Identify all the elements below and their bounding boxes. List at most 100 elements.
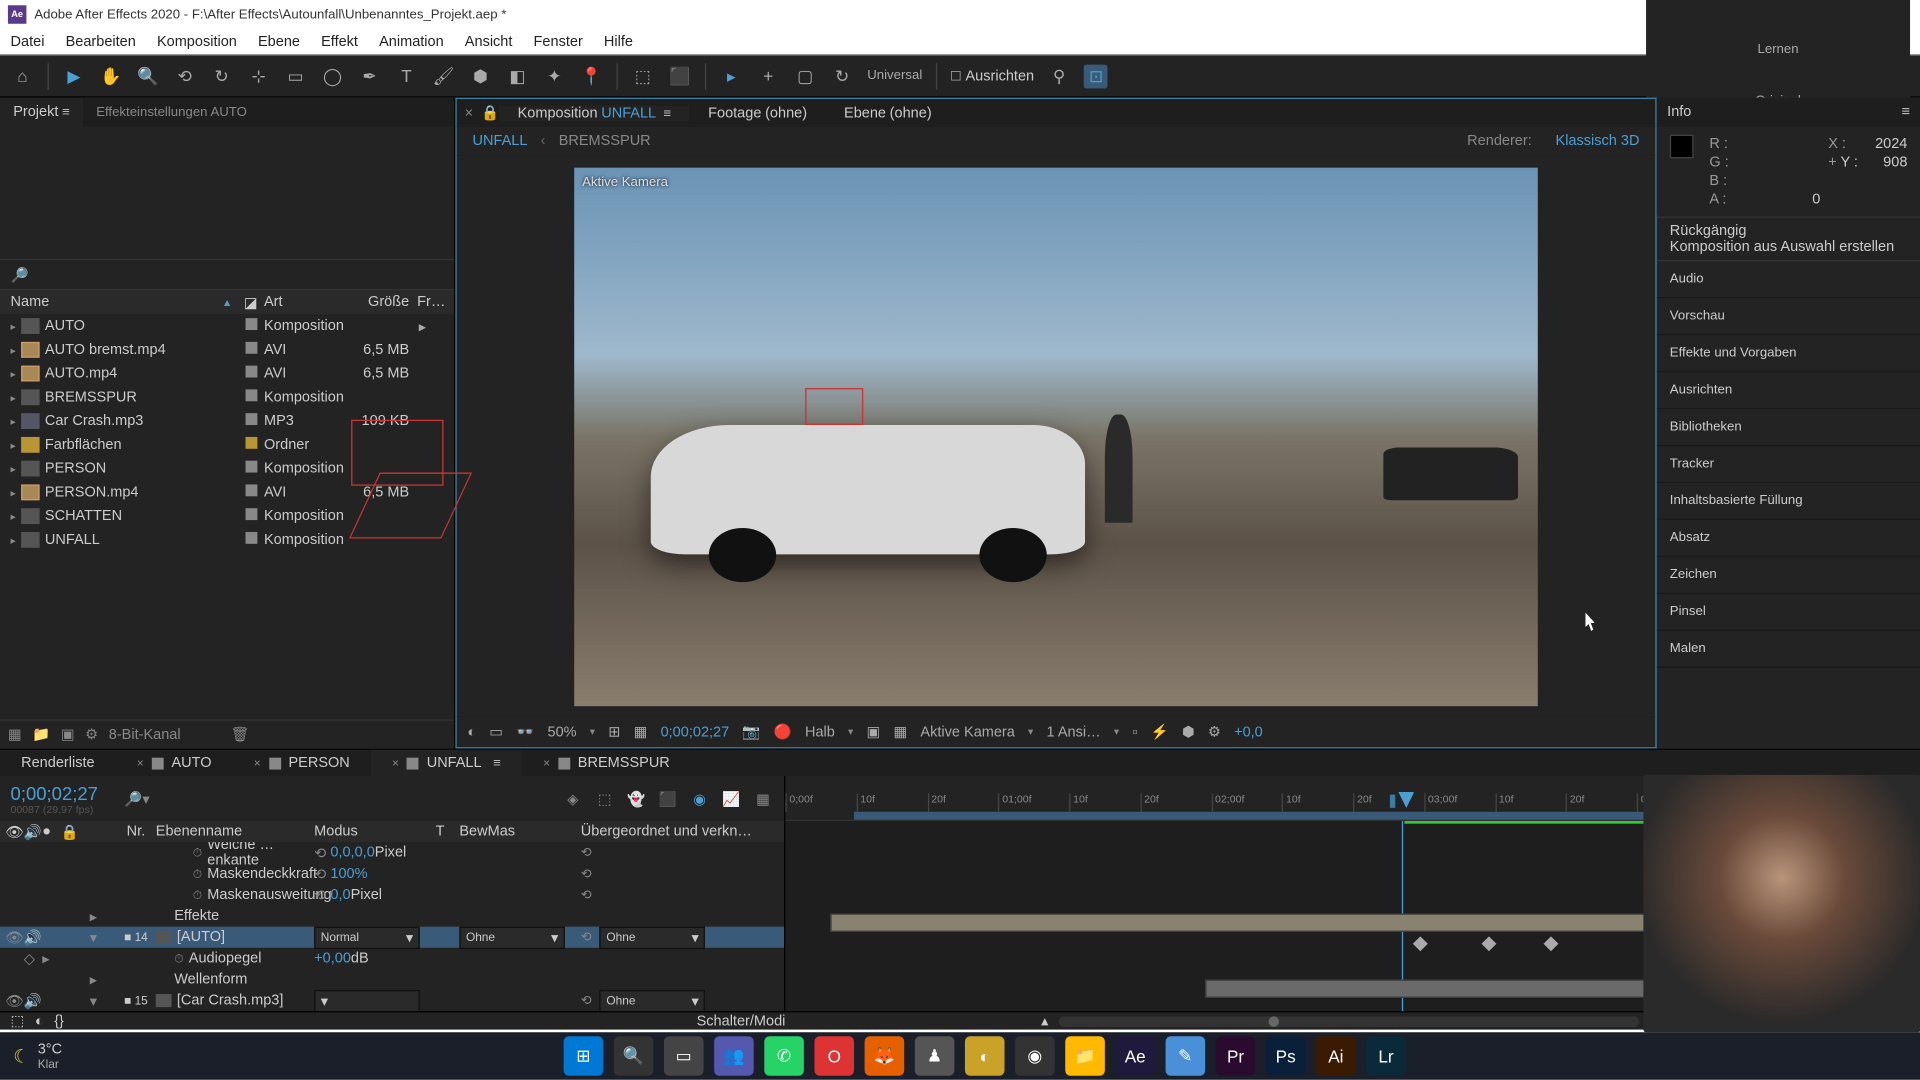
taskbar-taskview[interactable]: ▭ (664, 1036, 704, 1076)
brush-tool[interactable]: 🖌 (432, 64, 456, 88)
taskbar-ps[interactable]: Ps (1266, 1036, 1306, 1076)
ellipse-tool[interactable]: ◯ (321, 64, 345, 88)
graph-icon[interactable]: 📈 (721, 788, 742, 809)
switches-icon[interactable]: ▦ (752, 788, 773, 809)
timeline-tab-renderliste[interactable]: Renderliste (0, 750, 116, 776)
text-tool[interactable]: T (395, 64, 419, 88)
panel-pinsel[interactable]: Pinsel (1657, 594, 1920, 631)
tab-project[interactable]: Projekt ≡ (0, 98, 83, 127)
panel-zeichen[interactable]: Zeichen (1657, 557, 1920, 594)
settings-icon[interactable]: ⚙ (85, 726, 98, 743)
selection-tool[interactable]: ▶ (62, 64, 86, 88)
taskbar-start[interactable]: ⊞ (564, 1036, 604, 1076)
keyframe[interactable] (1544, 936, 1559, 951)
taskbar-opera[interactable]: O (814, 1036, 854, 1076)
comp-mini-icon[interactable]: ◈ (562, 788, 583, 809)
alpha-icon[interactable]: ◐ (467, 724, 476, 740)
snap-add-icon[interactable]: + (756, 64, 780, 88)
menu-edit[interactable]: Bearbeiten (66, 34, 136, 50)
lock-icon[interactable]: 🔒 (481, 104, 499, 121)
channels-icon[interactable]: 🔴 (774, 723, 792, 740)
axis-world-icon[interactable]: ⬛ (668, 64, 692, 88)
close-tab-icon[interactable]: × (457, 105, 481, 121)
resolution-select[interactable]: Halb (805, 724, 835, 740)
panel-inhaltsbasierte-füllung[interactable]: Inhaltsbasierte Füllung (1657, 483, 1920, 520)
snap-icon[interactable]: ⚲ (1047, 64, 1071, 88)
hand-tool[interactable]: ✋ (99, 64, 123, 88)
exposure-value[interactable]: +0,0 (1234, 724, 1263, 740)
panel-vorschau[interactable]: Vorschau (1657, 298, 1920, 335)
align-toggle[interactable]: ☐ Ausrichten (950, 68, 1034, 84)
timeline-tab-auto[interactable]: ×AUTO (116, 750, 233, 776)
snapshot-icon[interactable]: 📷 (742, 723, 760, 740)
new-folder-icon[interactable]: 📁 (32, 726, 50, 743)
tab-composition[interactable]: Komposition UNFALL ≡ (499, 105, 689, 121)
zoom-value[interactable]: 50% (547, 724, 576, 740)
tab-footage[interactable]: Footage (ohne) (690, 105, 826, 121)
menu-view[interactable]: Ansicht (465, 34, 513, 50)
timeline-tab-bremsspur[interactable]: ×BREMSSPUR (522, 750, 691, 776)
timeline-row[interactable]: ▸Wellenform (0, 969, 784, 990)
taskbar-ai[interactable]: Ai (1316, 1036, 1356, 1076)
zoom-tool[interactable]: 🔍 (136, 64, 160, 88)
taskbar-obs[interactable]: ◉ (1015, 1036, 1055, 1076)
timecode-display[interactable]: 0;00;02;27 (661, 724, 730, 740)
menu-layer[interactable]: Ebene (258, 34, 300, 50)
trash-icon[interactable]: 🗑 (231, 726, 249, 743)
timeline-row[interactable]: ▸Effekte (0, 906, 784, 927)
pen-tool[interactable]: ✒ (358, 64, 382, 88)
menu-composition[interactable]: Komposition (157, 34, 237, 50)
breadcrumb-unfall[interactable]: UNFALL (473, 133, 528, 149)
pin-tool[interactable]: 📍 (579, 64, 603, 88)
panel-menu-icon[interactable]: ≡ (1902, 104, 1910, 120)
panel-effekte-und-vorgaben[interactable]: Effekte und Vorgaben (1657, 335, 1920, 372)
frameblend-icon[interactable]: ⬛ (657, 788, 678, 809)
rect-tool[interactable]: ▭ (284, 64, 308, 88)
timeline-row[interactable]: ◇▸⏱Audiopegel+0,00 dB (0, 948, 784, 969)
renderer-value[interactable]: Klassisch 3D (1556, 133, 1640, 149)
toggle-switches-icon[interactable]: ⬚ (11, 1012, 25, 1029)
taskbar-app1[interactable]: ♟ (915, 1036, 955, 1076)
col-size[interactable]: Größe (343, 294, 409, 310)
menu-animation[interactable]: Animation (379, 34, 444, 50)
switch-modes-button[interactable]: Schalter/Modi (697, 1013, 786, 1029)
panel-audio[interactable]: Audio (1657, 261, 1920, 298)
mask-icon[interactable]: ▭ (489, 723, 503, 740)
col-fps[interactable]: Fr… (409, 294, 449, 310)
panel-malen[interactable]: Malen (1657, 631, 1920, 668)
taskbar-teams[interactable]: 👥 (714, 1036, 754, 1076)
col-name[interactable]: Name▲ (0, 294, 238, 310)
fast-icon[interactable]: ⚡ (1151, 723, 1169, 740)
pixel-icon[interactable]: ▫ (1132, 724, 1137, 740)
axis-local-icon[interactable]: ⬚ (631, 64, 655, 88)
taskbar-ae[interactable]: Ae (1115, 1036, 1155, 1076)
views-select[interactable]: 1 Ansi… (1047, 724, 1101, 740)
panel-bibliotheken[interactable]: Bibliotheken (1657, 409, 1920, 446)
keyframe[interactable] (1413, 936, 1428, 951)
zoom-out-icon[interactable]: ▴ (1041, 1012, 1048, 1029)
draft3d-icon[interactable]: ⬚ (594, 788, 615, 809)
glasses-icon[interactable]: 👓 (516, 723, 534, 740)
taskbar-search[interactable]: 🔍 (614, 1036, 654, 1076)
orbit-tool[interactable]: ⟲ (173, 64, 197, 88)
eye-col-icon[interactable]: 👁 (5, 823, 18, 840)
eraser-tool[interactable]: ◧ (506, 64, 530, 88)
render-icon[interactable]: ⚙ (1208, 723, 1221, 740)
timeline-row[interactable]: ⏱Weiche …enkante⟲ 0,0,0,0 Pixel⟲ (0, 842, 784, 863)
transparency-icon[interactable]: ▦ (893, 723, 907, 740)
taskbar-whatsapp[interactable]: ✆ (764, 1036, 804, 1076)
timeline-row[interactable]: 👁🔊▾■ 14[AUTO]Normal▾Ohne▾⟲Ohne▾ (0, 927, 784, 948)
menu-help[interactable]: Hilfe (604, 34, 633, 50)
interpret-icon[interactable]: ▦ (8, 726, 22, 743)
taskbar-explorer[interactable]: 📁 (1065, 1036, 1105, 1076)
home-tool[interactable]: ⌂ (11, 64, 35, 88)
snap-vertex-icon[interactable]: ▸ (719, 64, 743, 88)
timeline-tab-unfall[interactable]: ×UNFALL ≡ (371, 750, 522, 776)
anchor-tool[interactable]: ⊹ (247, 64, 271, 88)
timeline-tab-person[interactable]: ×PERSON (233, 750, 371, 776)
taskbar-firefox[interactable]: 🦊 (865, 1036, 905, 1076)
project-item[interactable]: ▸AUTOKomposition▸ (0, 314, 454, 338)
snap-box-icon[interactable]: ▢ (793, 64, 817, 88)
guides-icon[interactable]: ▦ (634, 723, 648, 740)
project-item[interactable]: ▸AUTO bremst.mp4AVI6,5 MB (0, 338, 454, 362)
